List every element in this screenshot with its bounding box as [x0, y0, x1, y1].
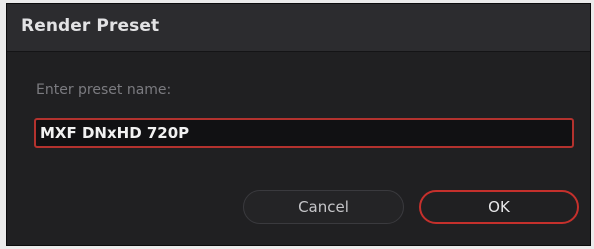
dialog-title: Render Preset: [21, 16, 160, 36]
cancel-button[interactable]: Cancel: [243, 190, 404, 224]
ok-button-label: OK: [488, 198, 510, 216]
render-preset-dialog: Render Preset Enter preset name: Cancel …: [6, 3, 591, 246]
cancel-button-label: Cancel: [298, 198, 349, 216]
dialog-titlebar: Render Preset: [7, 4, 590, 52]
ok-button[interactable]: OK: [419, 190, 579, 224]
preset-name-input[interactable]: [34, 118, 574, 148]
preset-name-label: Enter preset name:: [36, 82, 172, 98]
